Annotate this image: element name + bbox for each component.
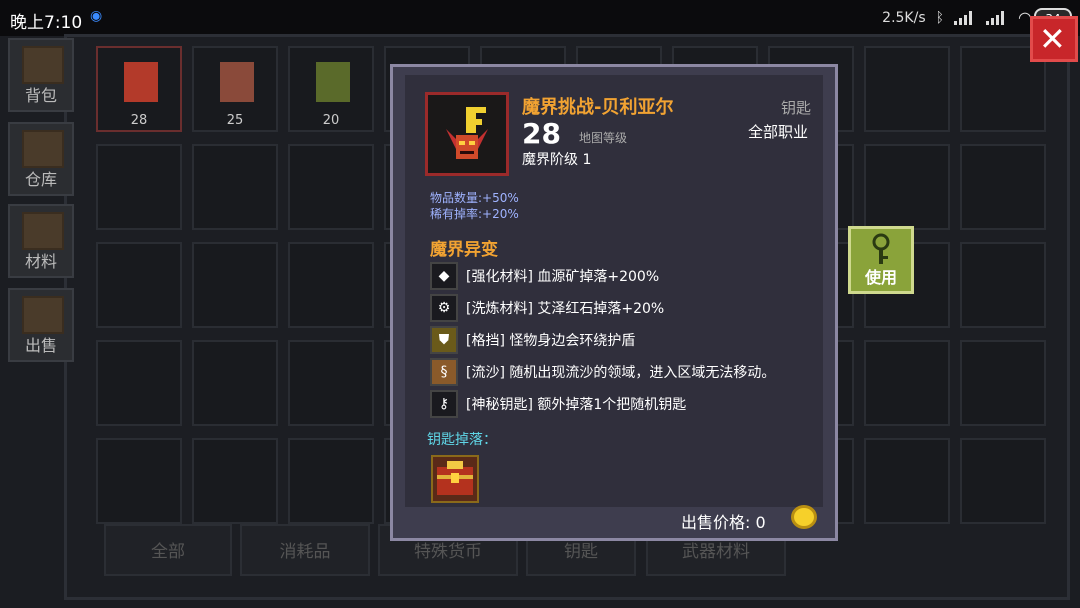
inventory-slot[interactable] [288,340,374,426]
demon-key-icon [446,107,488,159]
item-type: 钥匙 [781,99,812,117]
shield-icon: ⛊ [430,326,458,354]
tab-bag[interactable]: 背包 [8,38,74,112]
use-button-label: 使用 [864,268,897,287]
tab-warehouse-label: 仓库 [24,170,57,189]
inventory-slot[interactable] [864,144,950,230]
close-icon: ✕ [1039,20,1066,58]
item-tier: 魔界阶级 1 [522,152,592,168]
bluetooth-icon: ᛒ [935,9,945,26]
use-button[interactable]: 使用 [848,226,914,294]
inventory-slot[interactable] [288,438,374,524]
inventory-slot[interactable] [192,438,278,524]
mutation-text: [强化材料] 血源矿掉落+200% [466,269,660,285]
gold-coin-icon [791,505,817,529]
signal-icon-2 [986,10,1008,25]
sell-price: 出售价格: 0 [681,513,766,532]
inventory-slot[interactable]: 28 [96,46,182,132]
item-level: 28 [522,117,561,150]
stat-rare-drop: 稀有掉率:+20% [430,207,519,221]
tab-sell-label: 出售 [24,336,57,355]
inventory-slot[interactable] [96,340,182,426]
mutation-text: [流沙] 随机出现流沙的领域，进入区域无法移动。 [466,365,776,381]
mutation-text: [洗炼材料] 艾泽红石掉落+20% [466,301,665,317]
tab-materials-label: 材料 [24,252,57,271]
item-count: 25 [226,113,244,128]
tab-materials[interactable]: 材料 [8,204,74,278]
item-tooltip: 魔界挑战-贝利亚尔 28 地图等级 魔界阶级 1 钥匙 全部职业 物品数量:+5… [390,64,838,541]
treasure-chest-icon [431,455,479,503]
mutation-title: 魔界异变 [430,240,498,260]
key-icon: ⚷ [430,390,458,418]
mutation-row: ◆ [强化材料] 血源矿掉落+200% [430,261,659,291]
quicksand-icon: § [430,358,458,386]
mutation-row: ⛊ [格挡] 怪物身边会环绕护盾 [430,325,635,355]
inventory-slot[interactable] [960,438,1046,524]
item-count: 28 [130,113,148,128]
signal-icon [954,10,976,25]
inventory-slot[interactable] [192,242,278,328]
tab-sell[interactable]: 出售 [8,288,74,362]
item-class: 全部职业 [748,123,809,141]
tab-bag-label: 背包 [24,86,57,105]
status-bar: 晚上7:10 ◉ 2.5K/s ᛒ ◠ 34 [0,0,1080,36]
network-speed: 2.5K/s [882,9,926,26]
inventory-slot[interactable] [96,438,182,524]
totem-key-icon [220,62,254,102]
mutation-text: [神秘钥匙] 额外掉落1个把随机钥匙 [466,397,687,413]
inventory-slot[interactable] [96,242,182,328]
warehouse-icon [22,130,64,168]
inventory-slot[interactable] [960,242,1046,328]
item-count: 20 [322,113,340,128]
inventory-slot[interactable]: 25 [192,46,278,132]
item-title: 魔界挑战-贝利亚尔 [522,97,674,118]
key-drop-label: 钥匙掉落： [427,432,497,448]
item-icon-frame [425,92,509,176]
app-notification-icon: ◉ [90,8,103,24]
inventory-slot[interactable] [96,144,182,230]
demon-key-icon [124,62,158,102]
chest-icon [22,46,64,84]
gold-pile-icon [22,296,64,334]
inventory-slot[interactable] [192,340,278,426]
tooltip-body: 魔界挑战-贝利亚尔 28 地图等级 魔界阶级 1 钥匙 全部职业 物品数量:+5… [405,75,823,507]
plant-key-icon [316,62,350,102]
inventory-slot[interactable] [192,144,278,230]
mutation-row: ⚙ [洗炼材料] 艾泽红石掉落+20% [430,293,664,323]
status-indicators: 2.5K/s ᛒ ◠ [882,8,1032,27]
inventory-slot[interactable] [288,144,374,230]
inventory-slot[interactable] [864,438,950,524]
inventory-slot[interactable]: 20 [288,46,374,132]
gear-icon: ⚙ [430,294,458,322]
inventory-slot[interactable] [864,46,950,132]
item-level-label: 地图等级 [579,131,628,145]
inventory-slot[interactable] [864,340,950,426]
tab-consumables[interactable]: 消耗品 [240,524,370,576]
diamond-icon: ◆ [430,262,458,290]
status-time: 晚上7:10 [10,13,83,33]
mutation-text: [格挡] 怪物身边会环绕护盾 [466,333,636,349]
key-icon [872,233,890,264]
stat-item-quantity: 物品数量:+50% [430,191,519,205]
inventory-slot[interactable] [960,340,1046,426]
close-button[interactable]: ✕ [1030,16,1078,62]
mutation-row: § [流沙] 随机出现流沙的领域，进入区域无法移动。 [430,357,775,387]
inventory-slot[interactable] [960,144,1046,230]
mutation-row: ⚷ [神秘钥匙] 额外掉落1个把随机钥匙 [430,389,686,419]
inventory-slot[interactable] [288,242,374,328]
tab-all[interactable]: 全部 [104,524,232,576]
tab-warehouse[interactable]: 仓库 [8,122,74,196]
materials-icon [22,212,64,250]
